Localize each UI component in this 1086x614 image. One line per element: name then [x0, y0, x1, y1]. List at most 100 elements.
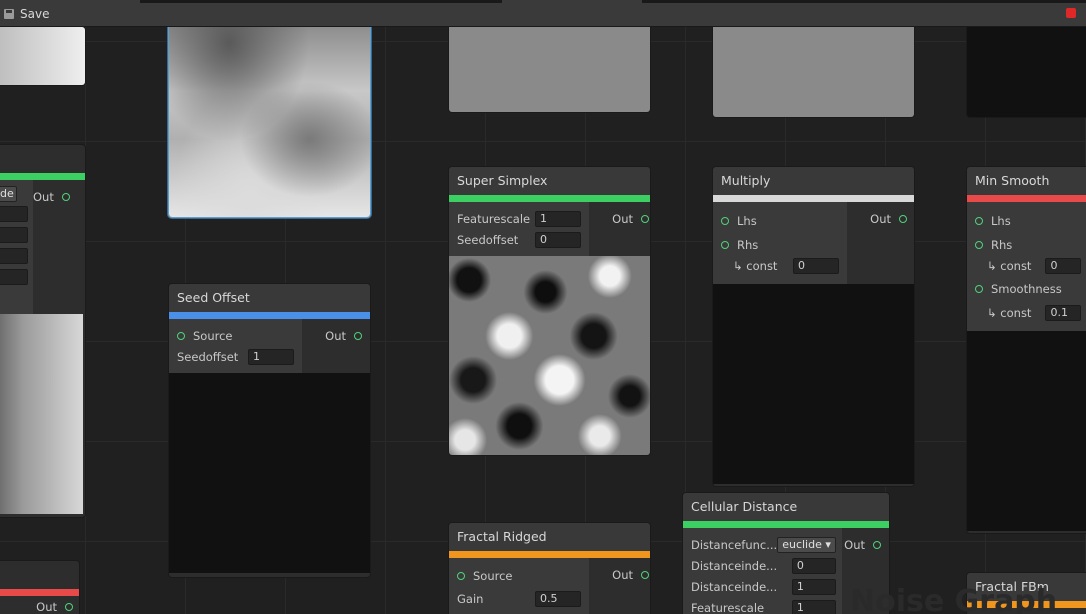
input-lhs[interactable]: Lhs — [713, 208, 847, 234]
selected-preview-node[interactable] — [168, 26, 371, 218]
preview-image — [967, 331, 1086, 531]
node-title: Super Simplex — [449, 167, 650, 195]
field[interactable] — [0, 226, 28, 243]
input-rhs[interactable]: Rhs — [967, 234, 1086, 255]
node-left-bottom[interactable]: Out — [0, 560, 80, 614]
port-icon — [457, 572, 465, 580]
port-label: Rhs — [991, 237, 1013, 252]
preview-node[interactable] — [712, 26, 915, 118]
node-title: Cellular Distance — [683, 493, 889, 521]
field[interactable] — [0, 247, 28, 264]
output-port[interactable]: Out — [847, 208, 907, 229]
graph-canvas[interactable]: de Out Out Seed Offset Source Seedoffset… — [0, 26, 1086, 614]
field[interactable] — [0, 205, 28, 222]
field-label: Distanceinde... — [691, 579, 778, 594]
field-label: Distancefunc... — [691, 537, 778, 552]
port-label: Rhs — [737, 237, 759, 252]
field-label: ↳ const — [987, 305, 1032, 320]
out-label: Out — [844, 537, 865, 552]
port-icon — [899, 214, 907, 223]
node-seed-offset[interactable]: Seed Offset Source Seedoffset 1 Out — [168, 283, 371, 578]
field-label: Gain — [457, 591, 484, 606]
seedoffset-field[interactable]: 1 — [248, 348, 294, 365]
category-bar — [449, 195, 650, 202]
gain-field[interactable]: 0.5 — [535, 590, 581, 607]
field-label: Featurescale — [691, 600, 765, 614]
node-min-smooth[interactable]: Min Smooth Lhs Rhs ↳ const 0 Smoothness ↳… — [966, 166, 1086, 534]
field-label: Distanceinde... — [691, 558, 778, 573]
category-bar — [169, 312, 370, 319]
save-icon — [4, 9, 14, 19]
input-smoothness[interactable]: Smoothness — [967, 276, 1086, 302]
out-label: Out — [325, 328, 346, 343]
output-port[interactable]: Out — [33, 186, 70, 207]
field[interactable] — [0, 268, 28, 285]
output-port[interactable]: Out — [589, 564, 649, 585]
const-field[interactable]: 0 — [793, 257, 839, 274]
port-label: Lhs — [991, 214, 1011, 228]
input-source[interactable]: Source — [449, 564, 589, 588]
category-bar — [967, 195, 1086, 202]
const-field[interactable]: 0 — [1045, 257, 1082, 274]
out-label: Out — [33, 189, 54, 204]
preview-image — [713, 284, 914, 484]
preview-image — [449, 256, 650, 455]
save-button[interactable]: Save — [0, 5, 49, 23]
preview-image — [169, 26, 370, 217]
input-source[interactable]: Source — [169, 325, 302, 346]
input-rhs[interactable]: Rhs — [713, 234, 847, 255]
out-label: Out — [36, 599, 57, 614]
node-fractal-ridged[interactable]: Fractal Ridged Source Gain 0.5 Out — [448, 522, 651, 614]
output-port[interactable]: Out — [842, 534, 881, 555]
dropdown-value: euclide — [782, 537, 822, 551]
port-icon — [61, 192, 70, 201]
field-label: ↳ const — [987, 258, 1032, 273]
featurescale-field[interactable]: 1 — [791, 599, 836, 614]
close-icon[interactable] — [1066, 8, 1076, 18]
node-super-simplex[interactable]: Super Simplex Featurescale 1 Seedoffset 0 … — [448, 166, 651, 456]
node-multiply[interactable]: Multiply Lhs Rhs ↳ const 0 Out — [712, 166, 915, 487]
preview-node[interactable] — [448, 26, 651, 113]
port-icon — [354, 331, 362, 340]
output-port[interactable]: Out — [302, 325, 362, 346]
port-icon — [975, 240, 983, 249]
field-label: Featurescale — [457, 211, 531, 226]
port-icon — [721, 217, 729, 225]
seedoffset-field[interactable]: 0 — [535, 231, 581, 248]
category-bar — [0, 589, 79, 596]
field-label: Seedoffset — [177, 349, 239, 364]
output-port[interactable]: Out — [0, 596, 79, 614]
tab-strip — [642, 0, 1086, 3]
category-bar — [683, 521, 889, 528]
port-label: Source — [193, 328, 233, 343]
port-label: Source — [473, 569, 513, 583]
preview-image — [0, 314, 83, 514]
preview-node[interactable] — [966, 26, 1086, 118]
preview-image — [169, 373, 370, 573]
out-label: Out — [870, 211, 891, 226]
port-icon — [65, 602, 73, 611]
output-port[interactable]: Out — [589, 208, 649, 229]
preview-image — [713, 26, 914, 117]
port-icon — [177, 331, 185, 340]
port-icon — [873, 540, 881, 549]
preview-node[interactable] — [0, 26, 86, 86]
distance-index-0-field[interactable]: 0 — [791, 557, 836, 574]
preview-image — [0, 27, 85, 85]
smoothness-const-field[interactable]: 0.1 — [1045, 304, 1082, 321]
preview-image — [449, 26, 650, 112]
input-lhs[interactable]: Lhs — [967, 208, 1086, 234]
out-label: Out — [612, 211, 633, 226]
port-icon — [641, 570, 649, 579]
tab-strip — [140, 0, 502, 3]
node-left[interactable]: de Out — [0, 144, 86, 518]
node-title: Fractal Ridged — [449, 523, 650, 551]
node-title: Multiply — [713, 167, 914, 195]
field-label: Seedoffset — [457, 232, 519, 247]
dropdown[interactable]: de — [0, 185, 17, 202]
category-bar — [713, 195, 914, 202]
toolbar: Save — [0, 0, 1086, 27]
distance-index-1-field[interactable]: 1 — [791, 578, 836, 595]
distance-function-dropdown[interactable]: euclide ▾ — [777, 536, 836, 553]
featurescale-field[interactable]: 1 — [535, 210, 581, 227]
